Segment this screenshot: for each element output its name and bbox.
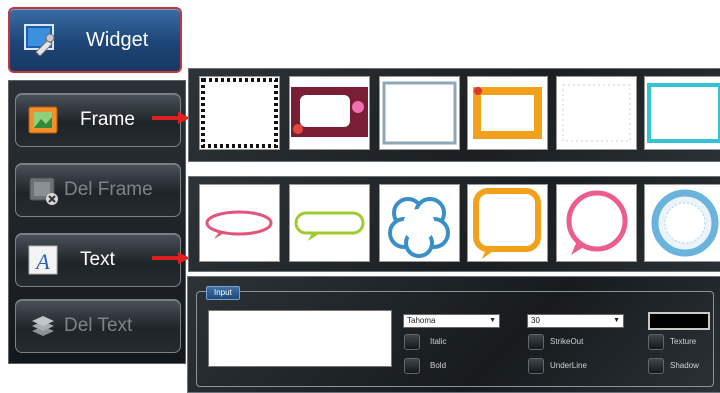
shadow-label: Shadow bbox=[670, 361, 699, 370]
bold-label: Bold bbox=[430, 361, 447, 370]
del-text-label: Del Text bbox=[64, 315, 133, 336]
delete-frame-icon bbox=[28, 175, 58, 205]
input-tab[interactable]: Input bbox=[206, 286, 240, 300]
widget-button[interactable]: Widget bbox=[8, 7, 182, 73]
widget-label: Widget bbox=[86, 28, 149, 51]
frame-thumbnail[interactable] bbox=[467, 76, 548, 150]
strikeout-label: StrikeOut bbox=[550, 337, 584, 346]
underline-label: UnderLine bbox=[550, 361, 587, 370]
text-input-area[interactable] bbox=[208, 310, 392, 367]
text-arrow bbox=[152, 252, 190, 264]
underline-checkbox[interactable] bbox=[528, 358, 544, 374]
frame-thumbnail[interactable] bbox=[289, 76, 370, 150]
shadow-checkbox[interactable] bbox=[648, 358, 664, 374]
del-frame-label: Del Frame bbox=[64, 179, 153, 200]
strikeout-checkbox[interactable] bbox=[528, 334, 544, 350]
bold-checkbox[interactable] bbox=[404, 358, 420, 374]
font-select-value: Tahoma bbox=[407, 316, 436, 325]
frame-thumbnail[interactable] bbox=[379, 76, 460, 150]
chevron-down-icon: ▼ bbox=[489, 317, 496, 324]
frame-thumbnail[interactable] bbox=[199, 76, 280, 150]
del-frame-button[interactable]: Del Frame bbox=[15, 163, 181, 217]
size-select-value: 30 bbox=[531, 316, 540, 325]
frames-panel bbox=[188, 68, 720, 162]
text-label: Text bbox=[80, 249, 115, 270]
frame-thumbnail[interactable] bbox=[644, 76, 720, 150]
text-color-swatch[interactable] bbox=[648, 312, 710, 330]
italic-label: Italic bbox=[430, 337, 447, 346]
frame-arrow bbox=[152, 112, 190, 124]
delete-text-icon bbox=[28, 311, 58, 341]
text-input-panel: Input bbox=[187, 276, 720, 393]
del-text-button[interactable]: Del Text bbox=[15, 299, 181, 353]
frame-label: Frame bbox=[80, 109, 135, 130]
italic-checkbox[interactable] bbox=[404, 334, 420, 350]
texture-checkbox[interactable] bbox=[648, 334, 664, 350]
bubble-thumbnail[interactable] bbox=[467, 184, 548, 262]
frame-thumbnail[interactable] bbox=[556, 76, 637, 150]
bubble-thumbnail[interactable] bbox=[644, 184, 720, 262]
text-bubbles-panel bbox=[188, 176, 720, 272]
texture-label: Texture bbox=[670, 337, 697, 346]
widget-tool-icon bbox=[22, 22, 58, 58]
bubble-thumbnail[interactable] bbox=[556, 184, 637, 262]
size-select[interactable]: 30 ▼ bbox=[527, 314, 624, 328]
font-select[interactable]: Tahoma ▼ bbox=[403, 314, 500, 328]
bubble-thumbnail[interactable] bbox=[199, 184, 280, 262]
bubble-thumbnail[interactable] bbox=[379, 184, 460, 262]
picture-frame-icon bbox=[28, 105, 58, 135]
bubble-thumbnail[interactable] bbox=[289, 184, 370, 262]
chevron-down-icon: ▼ bbox=[613, 317, 620, 324]
svg-text:A: A bbox=[34, 249, 50, 274]
text-letter-a-icon: A bbox=[28, 245, 58, 275]
